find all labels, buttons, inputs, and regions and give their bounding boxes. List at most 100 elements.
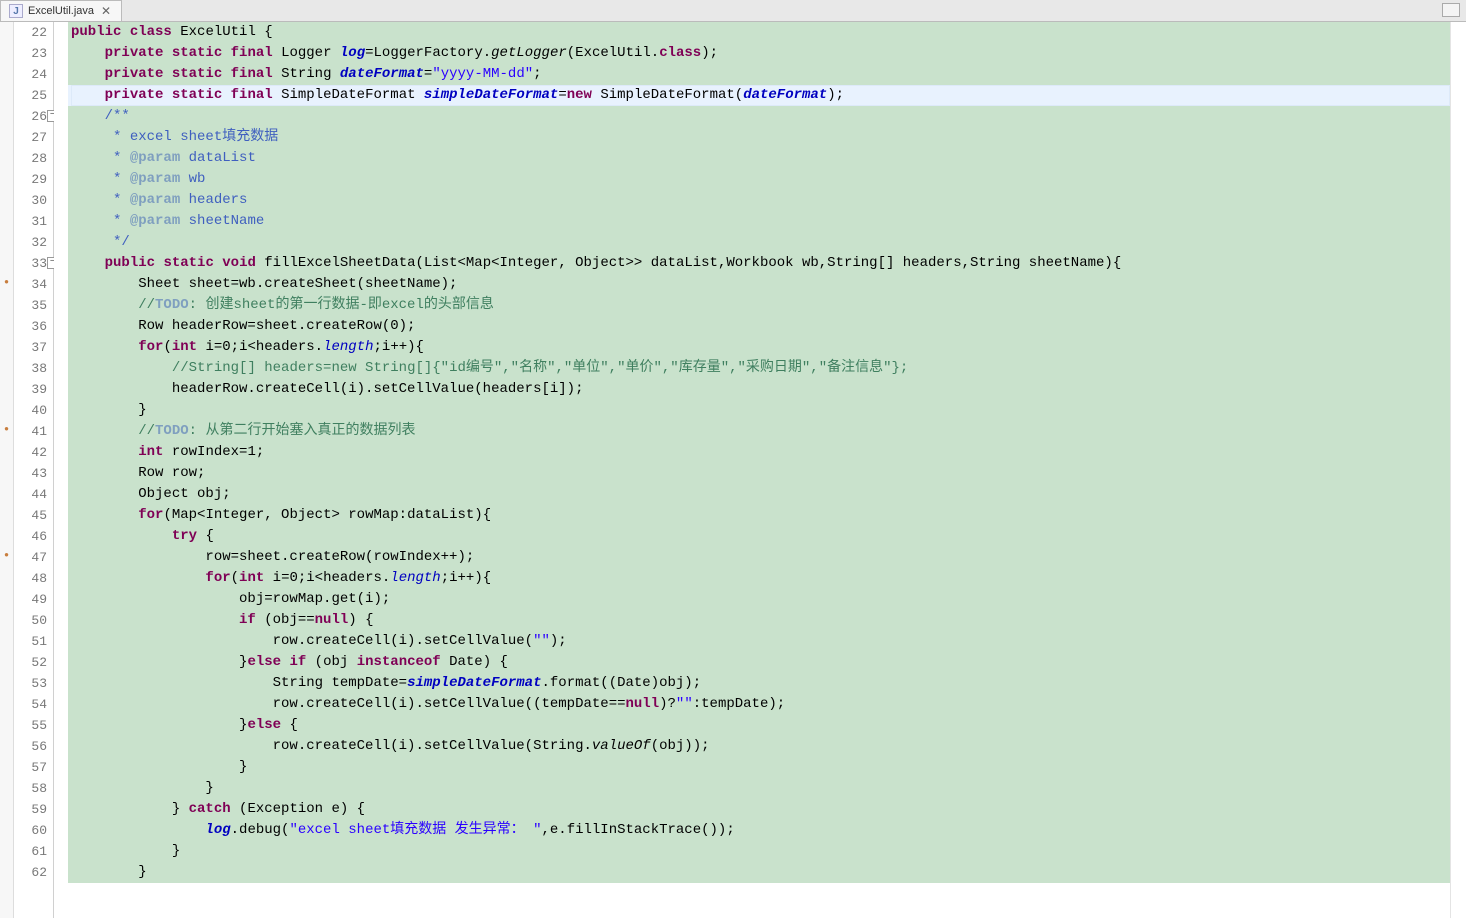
annotation-marker — [0, 358, 13, 379]
annotation-marker — [0, 715, 13, 736]
code-line[interactable]: Row headerRow=sheet.createRow(0); — [68, 316, 1450, 337]
code-line[interactable]: log.debug("excel sheet填充数据 发生异常： ",e.fil… — [68, 820, 1450, 841]
java-file-icon: J — [9, 4, 23, 18]
annotation-marker — [0, 694, 13, 715]
annotation-marker — [0, 106, 13, 127]
line-number: 50 — [14, 610, 47, 631]
code-line[interactable]: obj=rowMap.get(i); — [68, 589, 1450, 610]
line-number: 22 — [14, 22, 47, 43]
code-line[interactable]: private static final String dateFormat="… — [68, 64, 1450, 85]
annotation-marker — [0, 274, 13, 295]
annotation-marker — [0, 463, 13, 484]
line-number: 46 — [14, 526, 47, 547]
annotation-marker — [0, 547, 13, 568]
line-number: 32 — [14, 232, 47, 253]
code-editor[interactable]: 2223242526272829303132333435363738394041… — [0, 22, 1466, 918]
line-number: 26 — [14, 106, 47, 127]
code-line[interactable]: } catch (Exception e) { — [68, 799, 1450, 820]
line-number: 39 — [14, 379, 47, 400]
code-line[interactable]: //TODO: 从第二行开始塞入真正的数据列表 — [68, 421, 1450, 442]
line-number-gutter: 2223242526272829303132333435363738394041… — [14, 22, 54, 918]
annotation-marker — [0, 232, 13, 253]
line-number: 23 — [14, 43, 47, 64]
annotation-marker — [0, 190, 13, 211]
code-line[interactable]: headerRow.createCell(i).setCellValue(hea… — [68, 379, 1450, 400]
code-line[interactable]: for(Map<Integer, Object> rowMap:dataList… — [68, 505, 1450, 526]
line-number: 48 — [14, 568, 47, 589]
code-line[interactable]: for(int i=0;i<headers.length;i++){ — [68, 337, 1450, 358]
code-line[interactable]: /** — [68, 106, 1450, 127]
code-line[interactable]: } — [68, 757, 1450, 778]
line-number: 34 — [14, 274, 47, 295]
code-line[interactable]: Row row; — [68, 463, 1450, 484]
code-line[interactable]: Sheet sheet=wb.createSheet(sheetName); — [68, 274, 1450, 295]
file-tab[interactable]: J ExcelUtil.java ✕ — [0, 0, 122, 21]
code-line[interactable]: } — [68, 778, 1450, 799]
code-line[interactable]: } — [68, 862, 1450, 883]
code-line[interactable]: public static void fillExcelSheetData(Li… — [68, 253, 1450, 274]
code-line[interactable]: if (obj==null) { — [68, 610, 1450, 631]
tab-filename: ExcelUtil.java — [28, 5, 94, 17]
code-line[interactable]: * excel sheet填充数据 — [68, 127, 1450, 148]
code-line[interactable]: Object obj; — [68, 484, 1450, 505]
annotation-marker — [0, 631, 13, 652]
line-number: 54 — [14, 694, 47, 715]
code-line[interactable]: private static final SimpleDateFormat si… — [68, 85, 1450, 106]
code-line[interactable]: row.createCell(i).setCellValue(String.va… — [68, 736, 1450, 757]
line-number: 44 — [14, 484, 47, 505]
code-line[interactable]: row.createCell(i).setCellValue((tempDate… — [68, 694, 1450, 715]
line-number: 60 — [14, 820, 47, 841]
annotation-marker — [0, 400, 13, 421]
line-number: 56 — [14, 736, 47, 757]
code-line[interactable]: private static final Logger log=LoggerFa… — [68, 43, 1450, 64]
annotation-marker — [0, 253, 13, 274]
annotation-marker — [0, 652, 13, 673]
line-number: 37 — [14, 337, 47, 358]
code-line[interactable]: int rowIndex=1; — [68, 442, 1450, 463]
line-number: 59 — [14, 799, 47, 820]
line-number: 57 — [14, 757, 47, 778]
code-line[interactable]: //TODO: 创建sheet的第一行数据-即excel的头部信息 — [68, 295, 1450, 316]
code-line[interactable]: public class ExcelUtil { — [68, 22, 1450, 43]
annotation-marker — [0, 589, 13, 610]
code-line[interactable]: * @param wb — [68, 169, 1450, 190]
line-number: 43 — [14, 463, 47, 484]
annotation-marker — [0, 799, 13, 820]
code-line[interactable]: try { — [68, 526, 1450, 547]
annotation-marker — [0, 64, 13, 85]
code-line[interactable]: }else { — [68, 715, 1450, 736]
code-line[interactable]: * @param sheetName — [68, 211, 1450, 232]
code-line[interactable]: * @param dataList — [68, 148, 1450, 169]
line-number: 61 — [14, 841, 47, 862]
code-line[interactable]: for(int i=0;i<headers.length;i++){ — [68, 568, 1450, 589]
line-number: 29 — [14, 169, 47, 190]
close-tab-icon[interactable]: ✕ — [99, 4, 113, 18]
annotation-marker — [0, 568, 13, 589]
annotation-ruler — [0, 22, 14, 918]
code-area[interactable]: public class ExcelUtil { private static … — [54, 22, 1450, 918]
line-number: 28 — [14, 148, 47, 169]
code-line[interactable]: } — [68, 400, 1450, 421]
code-line[interactable]: row.createCell(i).setCellValue(""); — [68, 631, 1450, 652]
line-number: 49 — [14, 589, 47, 610]
code-line[interactable]: */ — [68, 232, 1450, 253]
code-line[interactable]: }else if (obj instanceof Date) { — [68, 652, 1450, 673]
code-line[interactable]: } — [68, 841, 1450, 862]
annotation-marker — [0, 337, 13, 358]
annotation-marker — [0, 22, 13, 43]
code-line[interactable]: * @param headers — [68, 190, 1450, 211]
code-line[interactable]: //String[] headers=new String[]{"id编号","… — [68, 358, 1450, 379]
overview-ruler — [1450, 22, 1466, 918]
minimize-editor-icon[interactable] — [1442, 3, 1460, 17]
code-line[interactable]: row=sheet.createRow(rowIndex++); — [68, 547, 1450, 568]
annotation-marker — [0, 484, 13, 505]
line-number: 33 — [14, 253, 47, 274]
annotation-marker — [0, 379, 13, 400]
annotation-marker — [0, 85, 13, 106]
line-number: 47 — [14, 547, 47, 568]
annotation-marker — [0, 673, 13, 694]
line-number: 27 — [14, 127, 47, 148]
code-line[interactable]: String tempDate=simpleDateFormat.format(… — [68, 673, 1450, 694]
annotation-marker — [0, 610, 13, 631]
line-number: 45 — [14, 505, 47, 526]
